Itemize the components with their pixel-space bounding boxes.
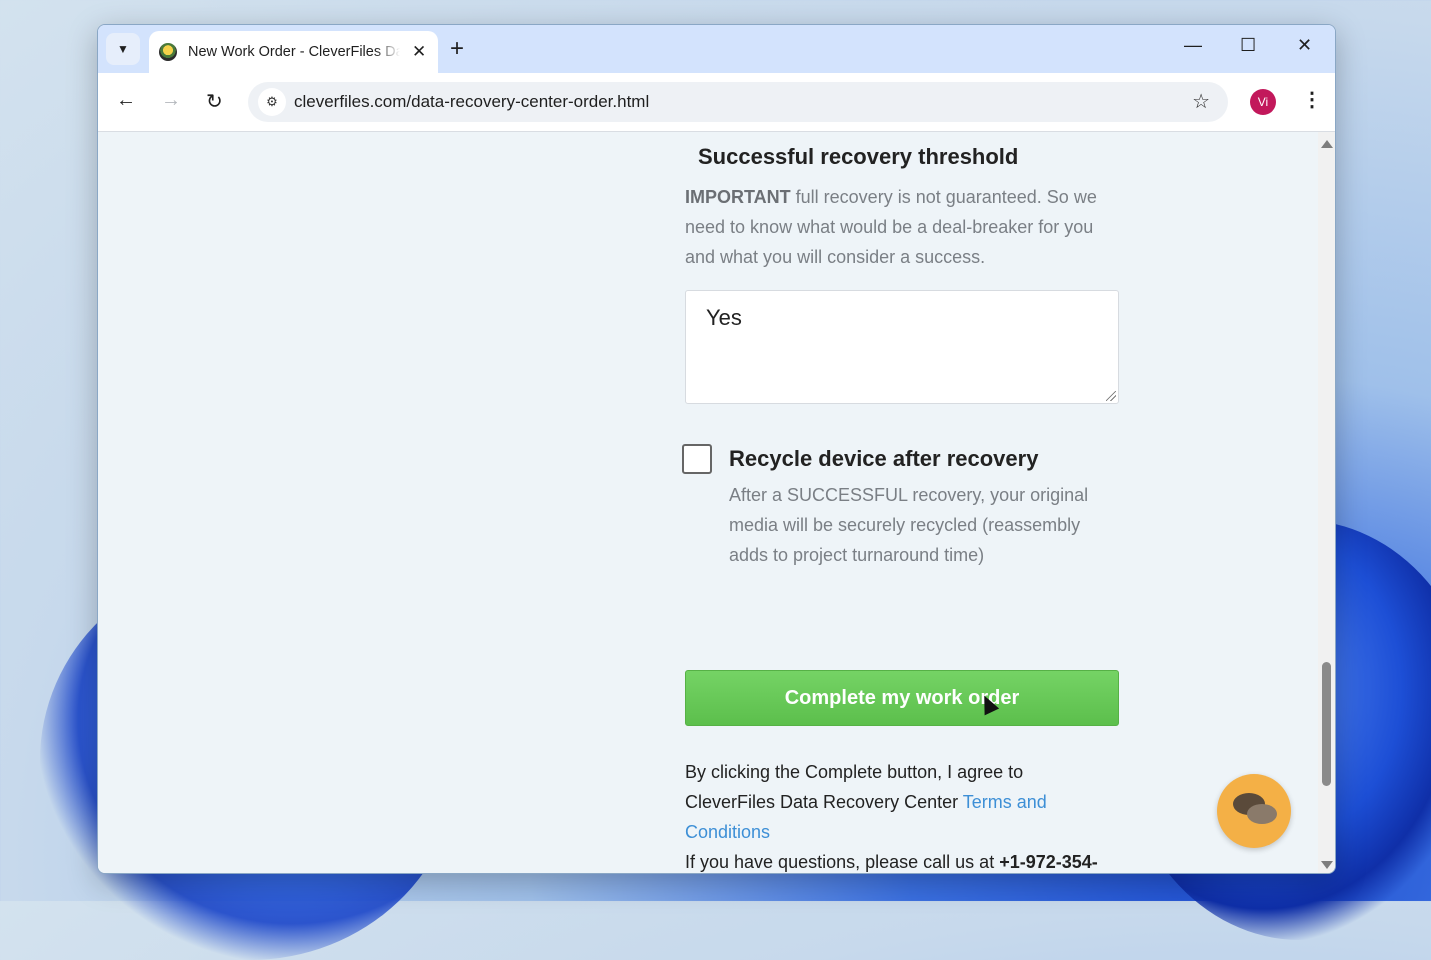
scroll-down-arrow-icon[interactable]	[1321, 861, 1333, 869]
vertical-scrollbar[interactable]	[1318, 132, 1335, 873]
reload-icon: ↻	[206, 91, 223, 113]
tab-strip: ▼ New Work Order - CleverFiles Data Reco…	[98, 25, 1335, 73]
tab-title: New Work Order - CleverFiles Data Recove…	[188, 44, 400, 60]
minimize-icon: —	[1184, 35, 1202, 55]
close-icon[interactable]: ✕	[412, 42, 426, 62]
menu-dots-icon[interactable]: ⋮	[1302, 87, 1322, 112]
maximize-button[interactable]: ☐	[1240, 35, 1256, 56]
important-note: IMPORTANT full recovery is not guarantee…	[685, 182, 1125, 272]
recycle-label[interactable]: Recycle device after recovery	[729, 446, 1038, 472]
chat-bubble-icon	[1247, 804, 1277, 824]
questions-text: If you have questions, please call us at…	[685, 847, 1125, 873]
scroll-thumb[interactable]	[1322, 662, 1331, 786]
forward-button[interactable]: →	[161, 89, 181, 112]
page-content: Successful recovery threshold IMPORTANT …	[98, 132, 1316, 873]
chevron-down-icon: ▼	[117, 42, 129, 56]
bookmark-star-icon[interactable]: ☆	[1192, 89, 1210, 114]
browser-window: ▼ New Work Order - CleverFiles Data Reco…	[97, 24, 1336, 874]
scroll-up-arrow-icon[interactable]	[1321, 140, 1333, 148]
recycle-checkbox[interactable]	[682, 444, 712, 474]
important-strong: IMPORTANT	[685, 187, 791, 207]
site-info-button[interactable]: ⚙	[258, 88, 286, 116]
resize-handle-icon[interactable]	[1106, 391, 1116, 401]
reload-button[interactable]: ↻	[206, 89, 223, 114]
back-button[interactable]: ←	[116, 89, 136, 112]
recycle-description: After a SUCCESSFUL recovery, your origin…	[729, 485, 1089, 565]
arrow-left-icon: ←	[116, 89, 136, 111]
maximize-icon: ☐	[1240, 35, 1257, 55]
plus-icon: +	[450, 35, 465, 62]
tab-active[interactable]: New Work Order - CleverFiles Data Recove…	[149, 31, 438, 73]
tune-icon: ⚙	[266, 94, 278, 109]
arrow-right-icon: →	[161, 89, 181, 111]
browser-toolbar: ← → ↻ ⚙ cleverfiles.com/data-recovery-ce…	[98, 73, 1335, 132]
address-bar[interactable]: ⚙ cleverfiles.com/data-recovery-center-o…	[248, 82, 1228, 122]
phone-number[interactable]: +1-972-354-	[999, 852, 1098, 872]
favicon-icon	[159, 43, 177, 61]
questions-body: If you have questions, please call us at	[685, 852, 1000, 872]
url-text[interactable]: cleverfiles.com/data-recovery-center-ord…	[294, 92, 649, 112]
new-tab-button[interactable]: +	[450, 35, 464, 63]
profile-avatar[interactable]: Vi	[1250, 89, 1276, 115]
agree-text: By clicking the Complete button, I agree…	[685, 757, 1105, 847]
close-icon: ✕	[1297, 35, 1313, 55]
chat-widget-button[interactable]	[1217, 774, 1291, 848]
window-close-button[interactable]: ✕	[1297, 35, 1312, 56]
tab-search-button[interactable]: ▼	[106, 33, 140, 65]
threshold-value: Yes	[706, 305, 742, 330]
threshold-textarea[interactable]: Yes	[685, 290, 1119, 404]
minimize-button[interactable]: —	[1184, 35, 1202, 56]
section-heading: Successful recovery threshold	[698, 144, 1019, 169]
complete-order-button[interactable]: Complete my work order	[685, 670, 1119, 726]
